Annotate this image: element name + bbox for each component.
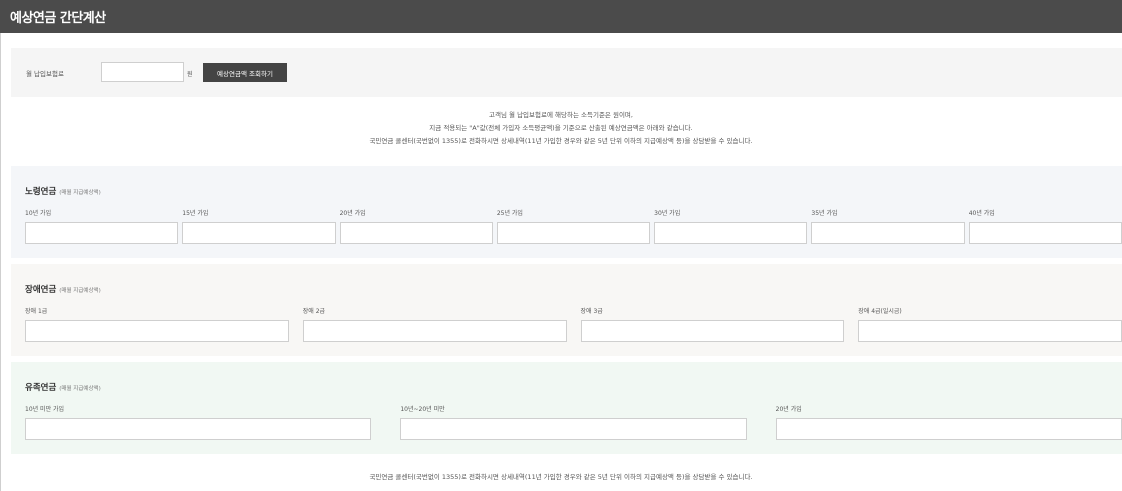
notice-top: 고객님 월 납입보험료에 해당하는 소득기준은 원이며, 지금 적용되는 "A"… — [0, 109, 1122, 148]
section-title: 유족연금 (매월 지급예상액) — [25, 381, 101, 393]
column-label: 장애 2급 — [302, 308, 326, 315]
section-title: 장애연금 (매월 지급예상액) — [25, 283, 101, 295]
column-label: 10년 미만 가입 — [25, 406, 65, 413]
amount-field[interactable] — [25, 418, 372, 440]
column-label: 10년~20년 미만 — [400, 406, 445, 413]
section-title-text: 유족연금 — [25, 383, 57, 393]
section-subtitle: (매월 지급예상액) — [59, 190, 101, 196]
notice-line-1: 고객님 월 납입보험료에 해당하는 소득기준은 원이며, — [489, 111, 633, 119]
amount-field[interactable] — [580, 320, 845, 342]
amount-field[interactable] — [775, 418, 1122, 440]
amount-field[interactable] — [339, 222, 493, 244]
premium-input[interactable] — [101, 62, 184, 82]
section-title-text: 노령연금 — [25, 187, 57, 197]
amount-field[interactable] — [968, 222, 1122, 244]
section-title: 노령연금 (매월 지급예상액) — [25, 185, 101, 197]
column-label: 35년 가입 — [811, 210, 838, 217]
amount-field[interactable] — [858, 320, 1122, 342]
notice-line-2: 지금 적용되는 "A"값(전체 가입자 소득평균액)을 기준으로 산출된 예상연… — [429, 124, 693, 132]
disability-pension-section: 장애연금 (매월 지급예상액) 장애 1급 장애 2급 장애 3급 장애 4급(일… — [11, 264, 1122, 356]
amount-field[interactable] — [25, 222, 179, 244]
column-label: 40년 가입 — [968, 210, 995, 217]
premium-input-panel: 월 납입보험료 원 예상연금액 조회하기 — [11, 48, 1122, 97]
column-label: 15년 가입 — [182, 210, 209, 217]
amount-field[interactable] — [400, 418, 747, 440]
calculate-button[interactable]: 예상연금액 조회하기 — [203, 63, 287, 82]
column-label: 10년 가입 — [25, 210, 52, 217]
amount-field[interactable] — [654, 222, 808, 244]
column-label: 장애 3급 — [580, 308, 603, 315]
notice-line-3: 국민연금 콜센터(국번없이 1355)로 전화하시면 상세내역(11년 가입한 … — [369, 137, 753, 145]
column-label: 25년 가입 — [496, 210, 523, 217]
amount-field[interactable] — [811, 222, 965, 244]
currency-unit: 원 — [187, 71, 193, 78]
notice-bottom: 국민연금 콜센터(국번없이 1355)로 전화하시면 상세내역(11년 가입한 … — [369, 473, 753, 481]
survivor-pension-section: 유족연금 (매월 지급예상액) 10년 미만 가입 10년~20년 미만 20년 … — [11, 362, 1122, 454]
column-label: 장애 4급(일시금) — [858, 308, 902, 315]
amount-field[interactable] — [182, 222, 336, 244]
column-label: 20년 가입 — [339, 210, 366, 217]
section-subtitle: (매월 지급예상액) — [59, 288, 101, 294]
page-header: 예상연금 간단계산 — [0, 0, 1122, 33]
page-title: 예상연금 간단계산 — [10, 11, 106, 26]
amount-field[interactable] — [496, 222, 651, 244]
section-title-text: 장애연금 — [25, 285, 57, 295]
amount-field[interactable] — [302, 320, 567, 342]
amount-field[interactable] — [25, 320, 289, 342]
column-label: 30년 가입 — [654, 210, 681, 217]
column-label: 장애 1급 — [25, 308, 48, 315]
column-label: 20년 가입 — [775, 406, 802, 413]
premium-label: 월 납입보험료 — [26, 70, 64, 78]
old-age-pension-section: 노령연금 (매월 지급예상액) 10년 가입 15년 가입 20년 가입 25년 … — [11, 166, 1122, 258]
section-subtitle: (매월 지급예상액) — [59, 386, 101, 392]
